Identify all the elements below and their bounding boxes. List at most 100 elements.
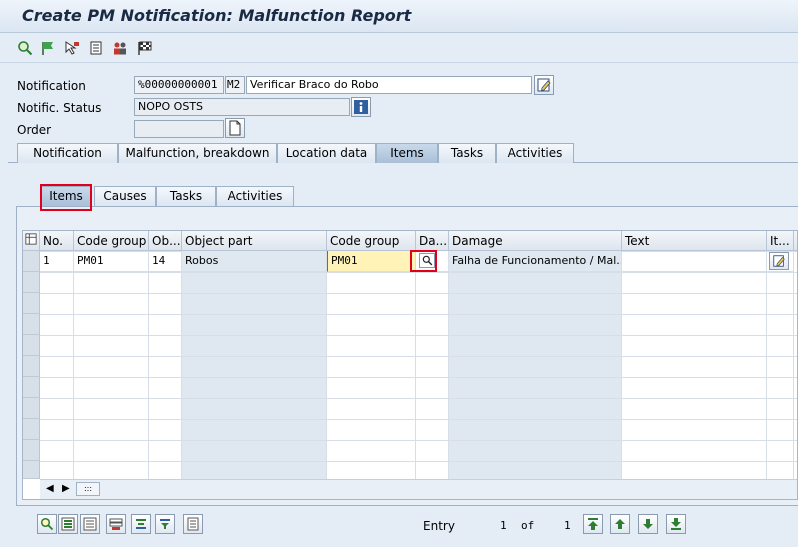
entry-total: 1 bbox=[564, 519, 571, 532]
flag-icon[interactable] bbox=[40, 40, 56, 56]
row-selector[interactable] bbox=[23, 440, 40, 461]
tab-label: Causes bbox=[103, 189, 147, 203]
order-label: Order bbox=[17, 123, 52, 137]
column-header-damage[interactable]: Damage bbox=[449, 231, 622, 251]
col-divider bbox=[181, 251, 182, 479]
tab-label: Items bbox=[390, 146, 424, 160]
scroll-thumb[interactable]: ::: bbox=[76, 482, 100, 496]
notification-number-field[interactable]: %00000000001 bbox=[134, 76, 224, 94]
row-selector[interactable] bbox=[23, 419, 40, 440]
tab-notification[interactable]: Notification bbox=[17, 143, 118, 163]
tab-label: Activities bbox=[507, 146, 563, 160]
grid-lines bbox=[40, 251, 797, 479]
filter-icon bbox=[160, 519, 170, 529]
column-header-object-part[interactable]: Object part bbox=[182, 231, 327, 251]
row-selector[interactable] bbox=[23, 293, 40, 314]
layout-button[interactable] bbox=[183, 514, 203, 534]
row-selector[interactable] bbox=[23, 461, 40, 479]
column-header-object[interactable]: Ob... bbox=[149, 231, 182, 251]
tab-tasks[interactable]: Tasks bbox=[438, 143, 496, 163]
column-header-damage-code-group[interactable]: Code group bbox=[327, 231, 416, 251]
col-divider bbox=[73, 251, 74, 479]
item-long-text-button[interactable] bbox=[769, 252, 789, 270]
column-header-no[interactable]: No. bbox=[40, 231, 74, 251]
row-selector[interactable] bbox=[23, 335, 40, 356]
cell-code-group[interactable]: PM01 bbox=[74, 251, 149, 272]
select-all-cell[interactable] bbox=[23, 231, 40, 251]
details-button[interactable] bbox=[37, 514, 57, 534]
select-all-icon bbox=[61, 517, 75, 531]
notification-text-field[interactable]: Verificar Braco do Robo bbox=[246, 76, 532, 94]
select-all-button[interactable] bbox=[58, 514, 78, 534]
col-divider bbox=[766, 251, 767, 479]
document-icon[interactable] bbox=[88, 40, 104, 56]
tab-location-data[interactable]: Location data bbox=[277, 143, 376, 163]
last-page-button[interactable] bbox=[666, 514, 686, 534]
column-header-damage-code[interactable]: Da... bbox=[416, 231, 449, 251]
column-header-code-group[interactable]: Code group bbox=[74, 231, 149, 251]
scroll-left-icon[interactable]: ◀ bbox=[46, 483, 54, 494]
table-horizontal-scrollbar[interactable]: ◀ ▶ ::: bbox=[40, 479, 797, 499]
row-selector[interactable] bbox=[23, 314, 40, 335]
row-selector[interactable] bbox=[23, 272, 40, 293]
column-header-a[interactable]: A bbox=[794, 231, 797, 251]
title-bar: Create PM Notification: Malfunction Repo… bbox=[0, 0, 798, 33]
tab-items[interactable]: Items bbox=[376, 143, 438, 163]
status-field: NOPO OSTS bbox=[134, 98, 350, 116]
cell-text[interactable] bbox=[622, 251, 767, 272]
tab-label: Location data bbox=[285, 146, 368, 160]
partners-icon[interactable] bbox=[112, 40, 128, 56]
highlight-search-help bbox=[410, 250, 437, 272]
first-page-icon bbox=[588, 518, 598, 530]
tab-label: Activities bbox=[227, 189, 283, 203]
sort-icon bbox=[136, 519, 146, 529]
subtab-activities[interactable]: Activities bbox=[216, 186, 294, 206]
notification-label: Notification bbox=[17, 79, 86, 93]
layout-icon bbox=[187, 517, 199, 531]
subtab-tasks[interactable]: Tasks bbox=[156, 186, 216, 206]
sort-button[interactable] bbox=[131, 514, 151, 534]
col-divider bbox=[448, 251, 449, 479]
deselect-all-icon bbox=[83, 517, 97, 531]
col-divider bbox=[621, 251, 622, 479]
row-selector[interactable] bbox=[23, 251, 40, 272]
tab-malfunction-breakdown[interactable]: Malfunction, breakdown bbox=[118, 143, 277, 163]
subtab-causes[interactable]: Causes bbox=[94, 186, 156, 206]
tab-label: Notification bbox=[33, 146, 102, 160]
deselect-all-button[interactable] bbox=[80, 514, 100, 534]
next-page-icon bbox=[643, 519, 653, 529]
order-field[interactable] bbox=[134, 120, 224, 138]
previous-page-button[interactable] bbox=[610, 514, 630, 534]
create-order-button[interactable] bbox=[225, 118, 245, 138]
status-info-button[interactable] bbox=[351, 97, 371, 117]
col-divider bbox=[326, 251, 327, 479]
column-header-text[interactable]: Text bbox=[622, 231, 767, 251]
column-header-item-text[interactable]: It... bbox=[767, 231, 794, 251]
next-page-button[interactable] bbox=[638, 514, 658, 534]
cell-no[interactable]: 1 bbox=[40, 251, 74, 272]
long-text-button[interactable] bbox=[534, 75, 554, 95]
new-document-icon bbox=[229, 120, 241, 136]
row-selector[interactable] bbox=[23, 356, 40, 377]
cell-damage-code-group[interactable]: PM01 bbox=[327, 251, 416, 272]
row-selector[interactable] bbox=[23, 377, 40, 398]
column-settings-icon bbox=[25, 233, 37, 245]
row-selector[interactable] bbox=[23, 398, 40, 419]
delete-row-button[interactable] bbox=[106, 514, 126, 534]
tab-activities[interactable]: Activities bbox=[496, 143, 574, 163]
checkered-flag-icon[interactable] bbox=[137, 40, 153, 56]
first-page-button[interactable] bbox=[583, 514, 603, 534]
col-divider bbox=[148, 251, 149, 479]
cell-object[interactable]: 14 bbox=[149, 251, 182, 272]
previous-page-icon bbox=[615, 519, 625, 529]
notification-type-field[interactable]: M2 bbox=[225, 76, 245, 94]
delete-row-icon bbox=[109, 518, 123, 530]
col-divider bbox=[415, 251, 416, 479]
scroll-right-icon[interactable]: ▶ bbox=[62, 483, 70, 494]
entry-label: Entry bbox=[423, 519, 455, 533]
find-icon[interactable] bbox=[17, 40, 33, 56]
status-label: Notific. Status bbox=[17, 101, 102, 115]
cursor-select-icon[interactable] bbox=[64, 40, 80, 56]
cell-item-text[interactable] bbox=[767, 251, 794, 272]
filter-button[interactable] bbox=[155, 514, 175, 534]
